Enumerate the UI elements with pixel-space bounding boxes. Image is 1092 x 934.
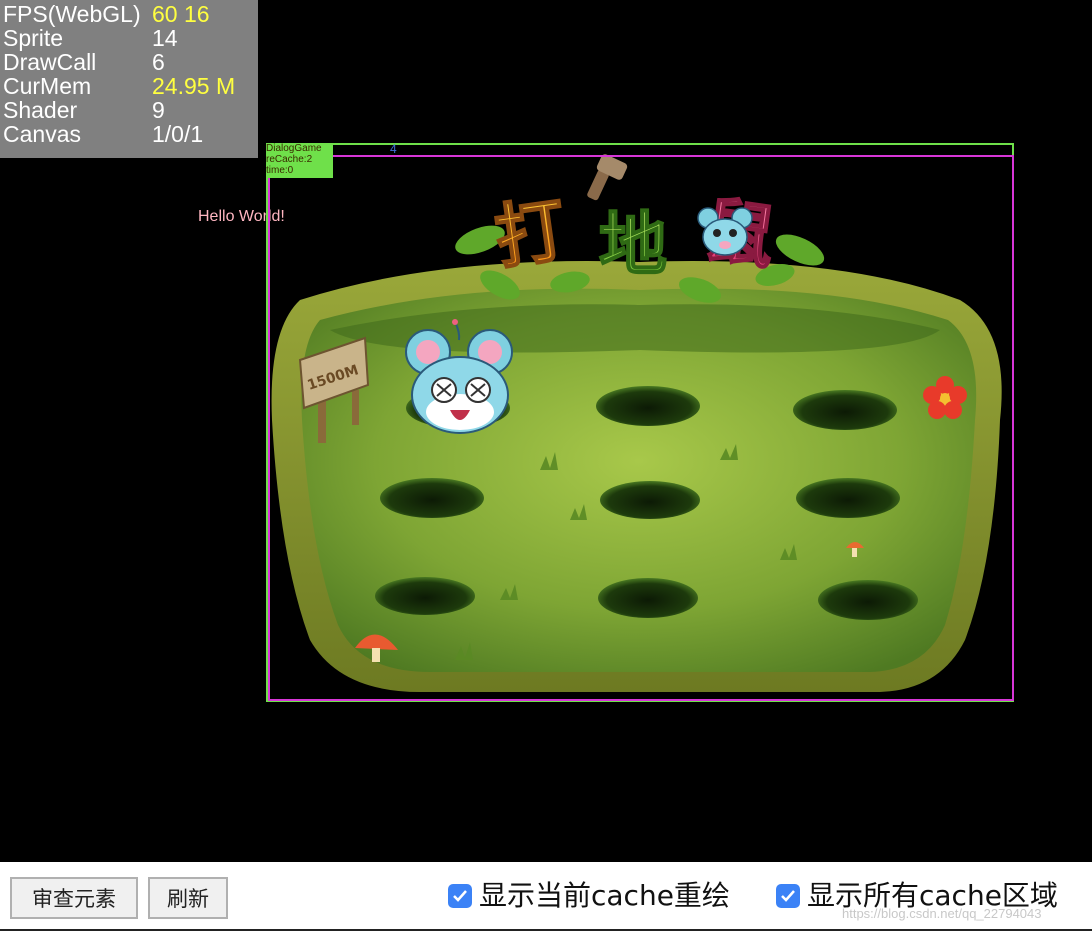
stat-value: 6 (152, 49, 165, 75)
stat-label: CurMem (3, 73, 92, 99)
inspect-element-button[interactable]: 审查元素 (10, 877, 138, 919)
stat-row: Canvas 1/0/1 (0, 122, 258, 146)
bottom-divider (0, 929, 1092, 931)
stat-row: Sprite 14 (0, 26, 258, 50)
stat-label: Canvas (3, 121, 81, 147)
stat-row: Shader 9 (0, 98, 258, 122)
watermark: https://blog.csdn.net/qq_22794043 (842, 906, 1042, 921)
cache-info-tag: DialogGame reCache:2 time:0 (266, 143, 333, 178)
fps-stats-panel: FPS(WebGL) 60 16 Sprite 14 DrawCall 6 CurMem 24… (0, 0, 258, 158)
stat-label: Sprite (3, 25, 64, 51)
stat-value: 14 (152, 25, 178, 51)
game-stage: 1500M 打 地 FPS(WebGL) 60 16 Sprite 14 Dra… (0, 0, 1092, 862)
show-current-cache-label[interactable]: 显示当前cache重绘 (479, 874, 730, 914)
stat-value: 60 16 (152, 1, 210, 27)
show-current-cache-checkbox[interactable] (448, 884, 472, 908)
stat-label: FPS(WebGL) (3, 1, 141, 27)
stat-row: FPS(WebGL) 60 16 (0, 2, 258, 26)
stat-label: Shader (3, 97, 78, 123)
redraw-region-frame (268, 155, 1014, 701)
cache-tag-time: time:0 (266, 165, 294, 176)
stat-row: CurMem 24.95 M (0, 74, 258, 98)
cache-tag-recache: reCache:2 (266, 154, 313, 165)
show-all-cache-checkbox[interactable] (776, 884, 800, 908)
checkmark-icon (453, 890, 467, 902)
checkmark-icon (781, 890, 795, 902)
stat-value: 9 (152, 97, 165, 123)
stat-label: DrawCall (3, 49, 97, 75)
refresh-button[interactable]: 刷新 (148, 877, 228, 919)
cache-tag-name: DialogGame (266, 143, 322, 154)
debug-toolbar: 审查元素 刷新 显示当前cache重绘 显示所有cache区域 https://… (0, 862, 1092, 934)
stat-row: DrawCall 6 (0, 50, 258, 74)
debug-marker: 4 (390, 142, 397, 156)
stat-value: 24.95 M (152, 73, 236, 99)
stat-value: 1/0/1 (152, 121, 204, 147)
